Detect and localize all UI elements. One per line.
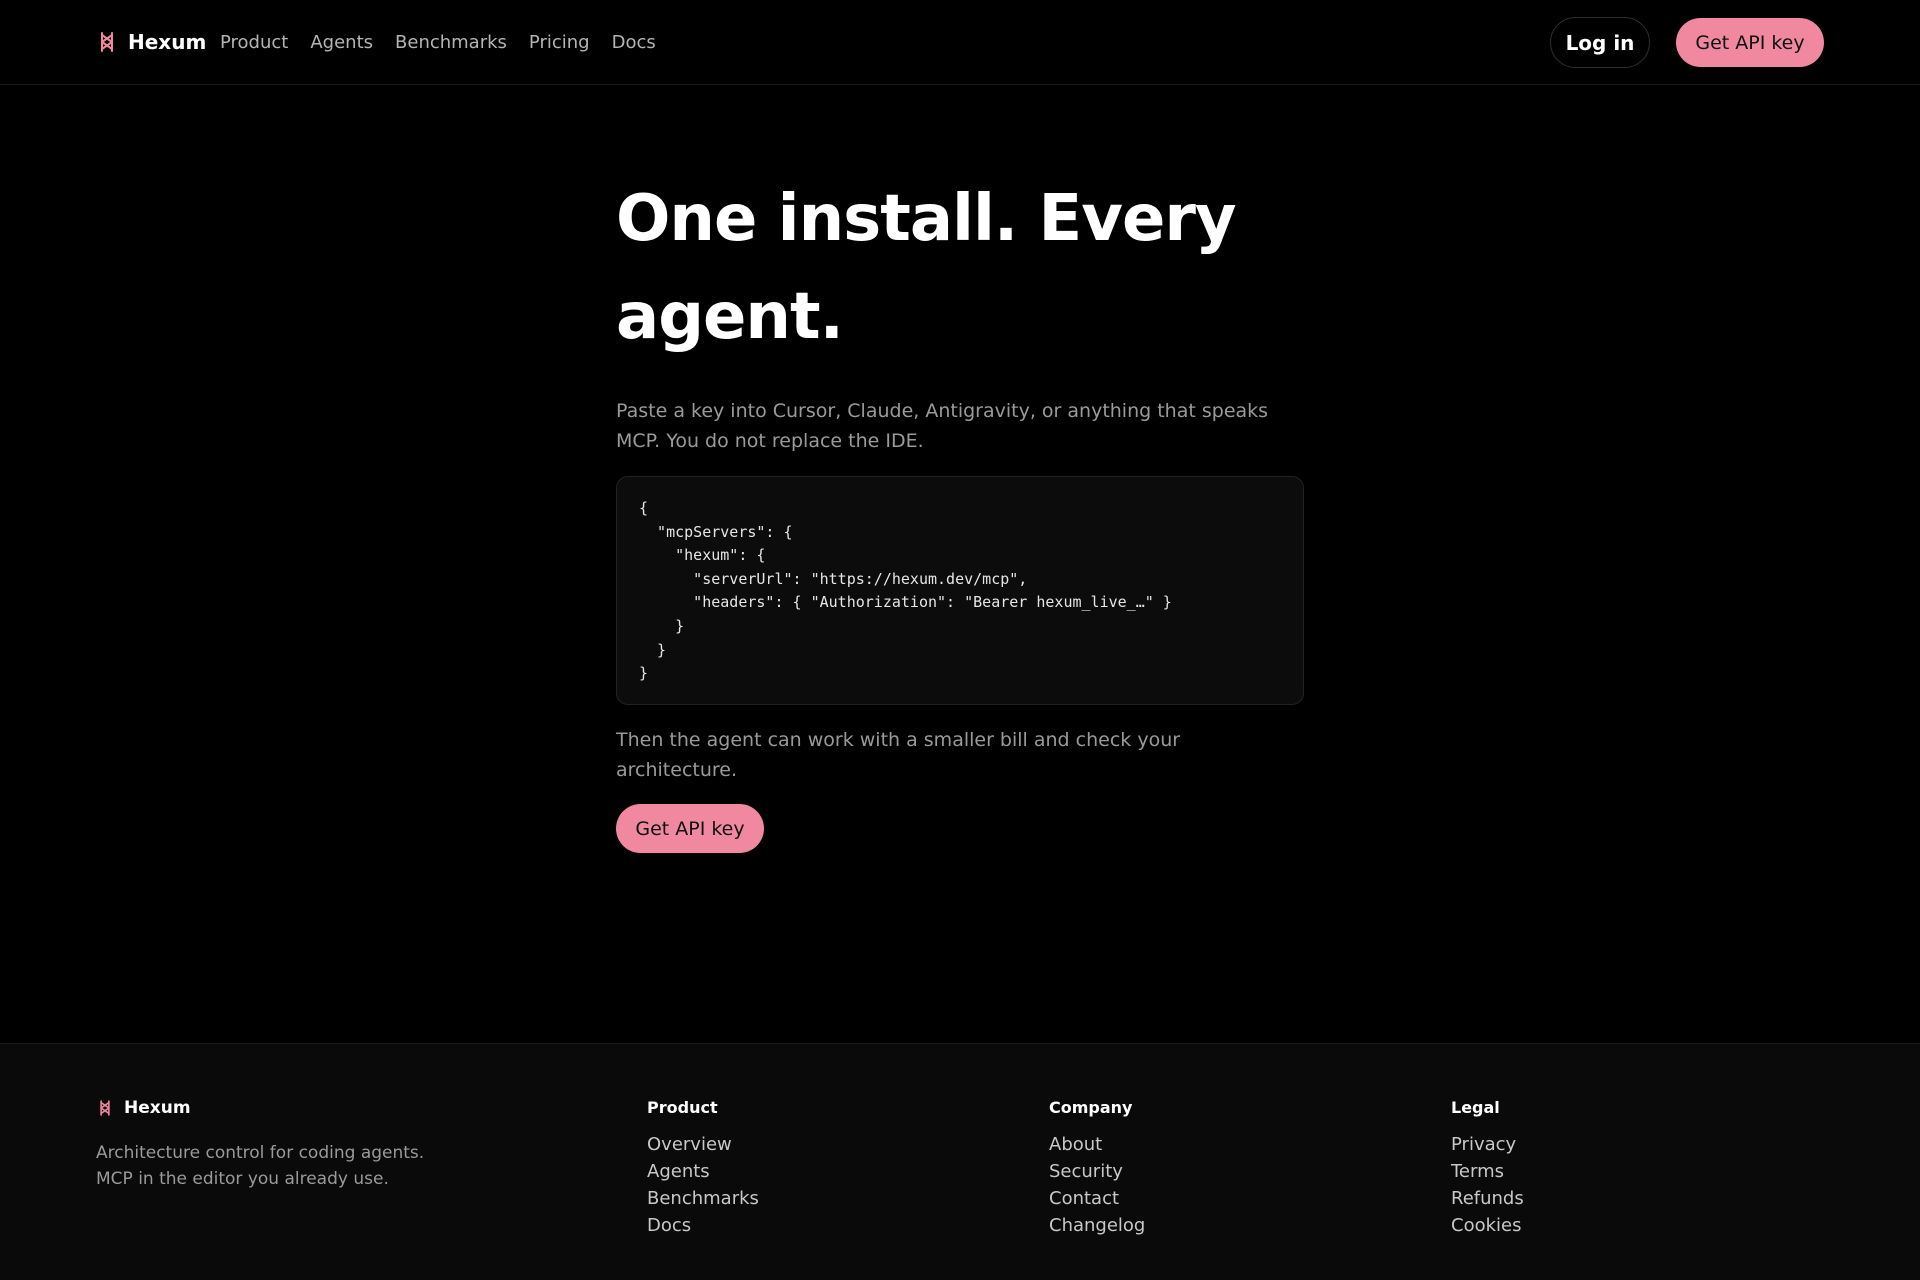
footer-link-overview[interactable]: Overview bbox=[647, 1131, 759, 1158]
login-button[interactable]: Log in bbox=[1550, 17, 1650, 68]
footer-column-title: Legal bbox=[1451, 1098, 1500, 1117]
footer-tagline-line2: MCP in the editor you already use. bbox=[96, 1169, 389, 1189]
footer-brand-name: Hexum bbox=[124, 1098, 191, 1118]
mcp-config-code: { "mcpServers": { "hexum": { "serverUrl"… bbox=[639, 499, 1172, 683]
footer-column-title: Company bbox=[1049, 1098, 1133, 1117]
footer-brand[interactable]: Hexum bbox=[98, 1098, 191, 1118]
top-navbar: Hexum Product Agents Benchmarks Pricing … bbox=[0, 0, 1920, 85]
hero-get-api-key-button[interactable]: Get API key bbox=[616, 804, 764, 853]
site-footer: Hexum Architecture control for coding ag… bbox=[0, 1043, 1920, 1280]
nav-benchmarks[interactable]: Benchmarks bbox=[395, 32, 507, 53]
nav-agents[interactable]: Agents bbox=[310, 32, 373, 53]
hero-headline-line2: agent. bbox=[616, 280, 844, 354]
footer-column-company: Company About Security Contact Changelog bbox=[1049, 1098, 1145, 1239]
main-nav: Product Agents Benchmarks Pricing Docs bbox=[220, 28, 656, 56]
nav-product[interactable]: Product bbox=[220, 32, 288, 53]
footer-column-legal: Legal Privacy Terms Refunds Cookies bbox=[1451, 1098, 1524, 1239]
footer-link-security[interactable]: Security bbox=[1049, 1158, 1145, 1185]
footer-link-privacy[interactable]: Privacy bbox=[1451, 1131, 1524, 1158]
hero-headline-line1: One install. Every bbox=[616, 182, 1237, 256]
footer-link-refunds[interactable]: Refunds bbox=[1451, 1185, 1524, 1212]
nav-docs[interactable]: Docs bbox=[612, 32, 656, 53]
brand-link[interactable]: Hexum bbox=[98, 28, 206, 56]
footer-link-benchmarks[interactable]: Benchmarks bbox=[647, 1185, 759, 1212]
footer-link-terms[interactable]: Terms bbox=[1451, 1158, 1524, 1185]
footer-link-contact[interactable]: Contact bbox=[1049, 1185, 1145, 1212]
footer-link-docs[interactable]: Docs bbox=[647, 1212, 759, 1239]
footer-link-cookies[interactable]: Cookies bbox=[1451, 1212, 1524, 1239]
footer-tagline: Architecture control for coding agents. … bbox=[96, 1140, 424, 1192]
hexum-logo-icon bbox=[100, 1100, 110, 1116]
hero-section: One install. Every agent. Paste a key in… bbox=[616, 170, 1306, 853]
footer-link-about[interactable]: About bbox=[1049, 1131, 1145, 1158]
mcp-config-code-block[interactable]: { "mcpServers": { "hexum": { "serverUrl"… bbox=[616, 476, 1304, 705]
nav-pricing[interactable]: Pricing bbox=[529, 32, 590, 53]
brand-name: Hexum bbox=[128, 30, 207, 54]
hero-headline: One install. Every agent. bbox=[616, 170, 1306, 366]
get-api-key-button[interactable]: Get API key bbox=[1676, 18, 1824, 67]
footer-link-agents[interactable]: Agents bbox=[647, 1158, 759, 1185]
footer-tagline-line1: Architecture control for coding agents. bbox=[96, 1143, 425, 1163]
footer-link-changelog[interactable]: Changelog bbox=[1049, 1212, 1145, 1239]
footer-column-product: Product Overview Agents Benchmarks Docs bbox=[647, 1098, 759, 1239]
hexum-logo-icon bbox=[101, 32, 113, 52]
footer-column-title: Product bbox=[647, 1098, 718, 1117]
hero-lead: Paste a key into Cursor, Claude, Antigra… bbox=[616, 400, 1269, 452]
hero-followup-text: Then the agent can work with a smaller b… bbox=[616, 729, 1181, 781]
